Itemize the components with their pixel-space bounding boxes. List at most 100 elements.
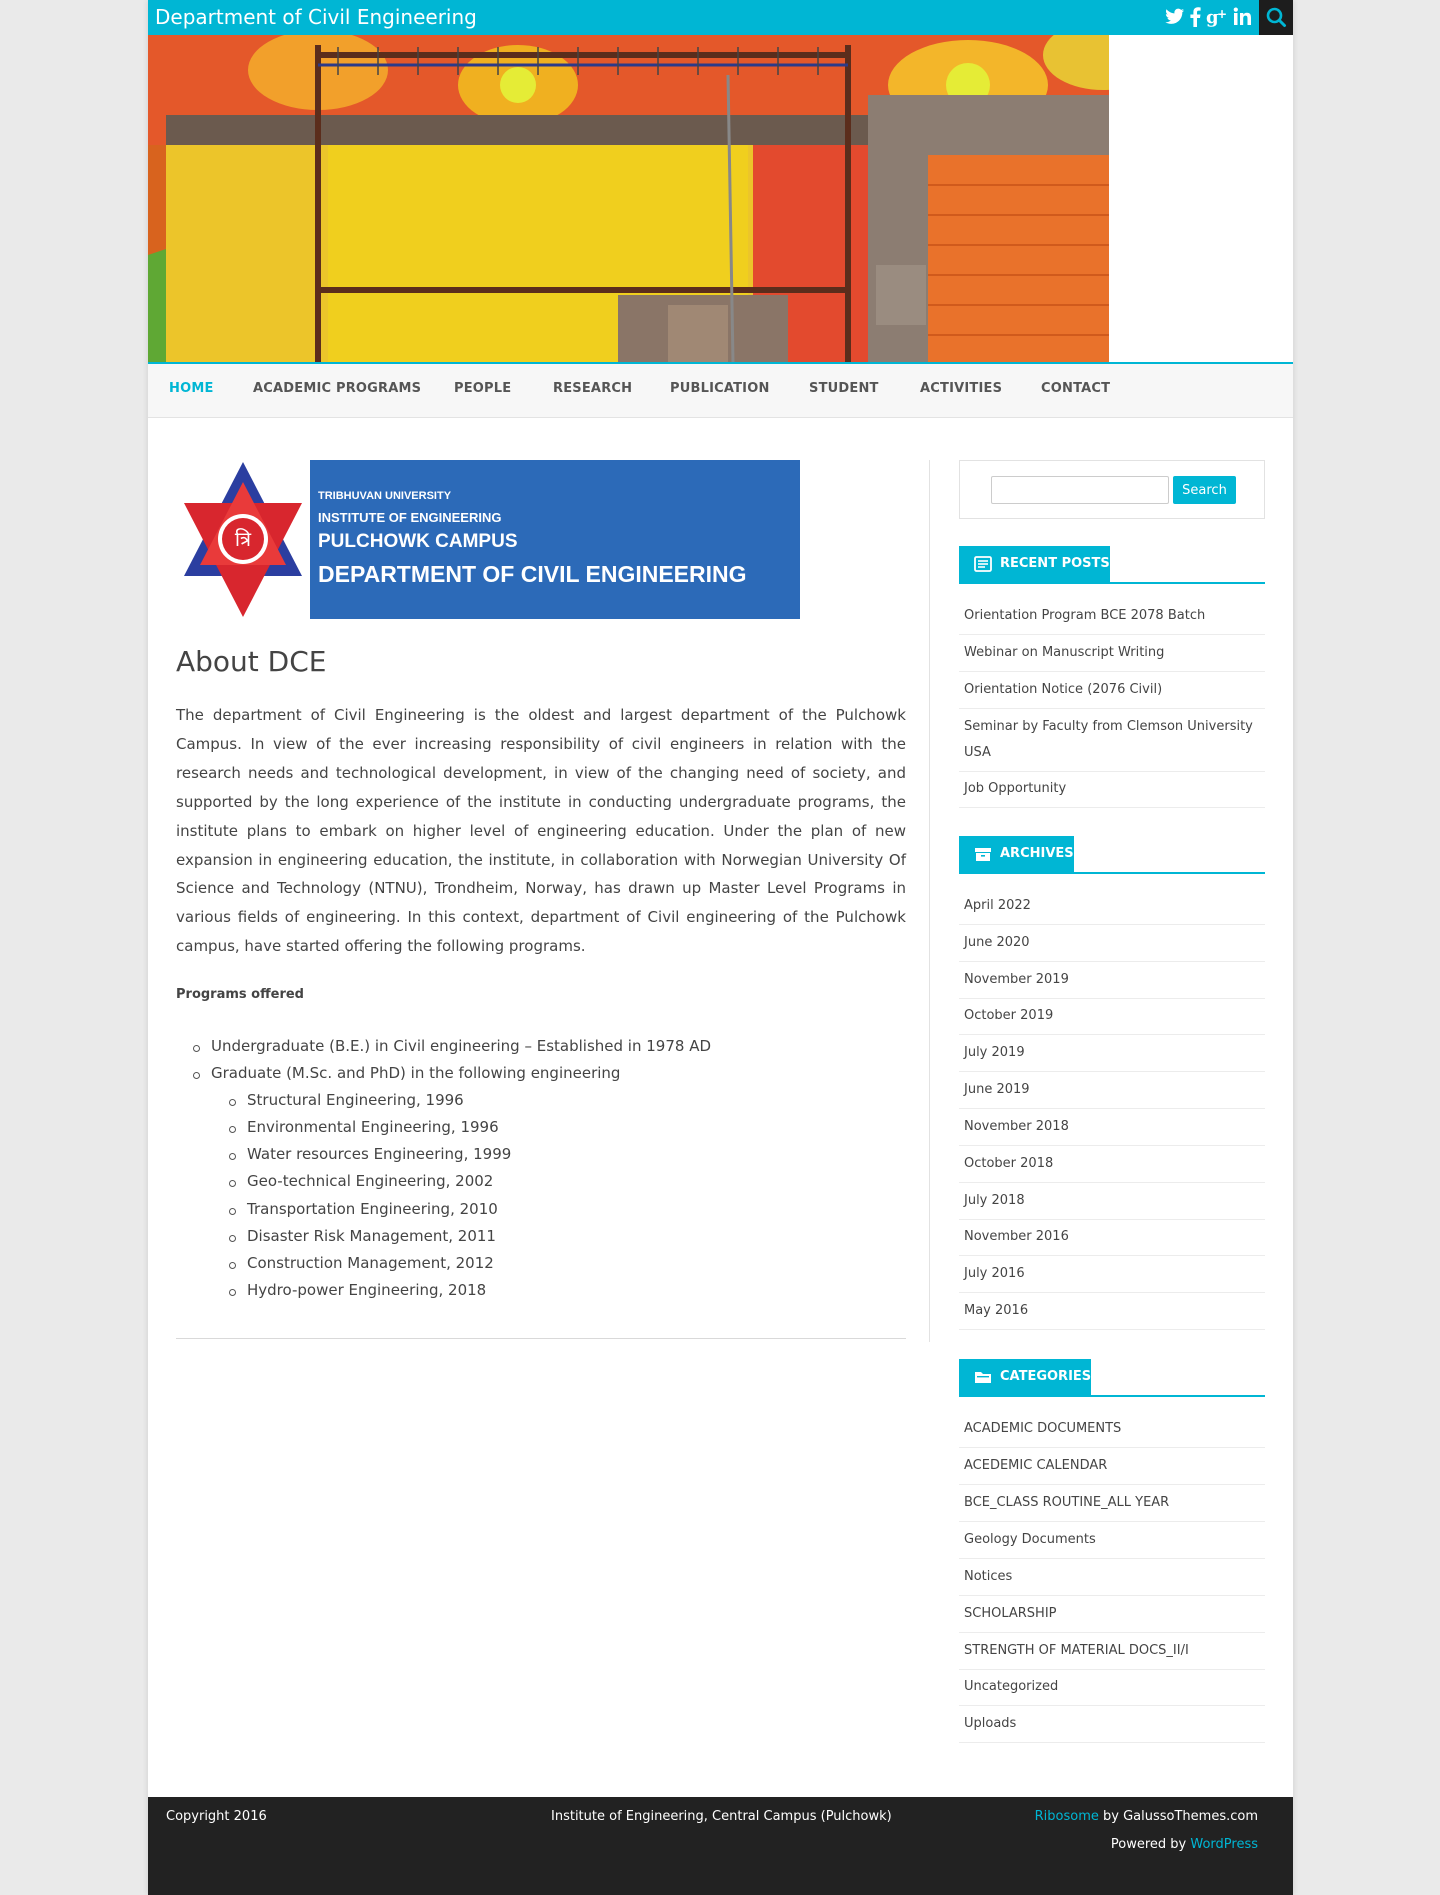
- separator: [959, 1255, 1265, 1256]
- graduate-program-item: Transportation Engineering, 2010: [247, 1200, 498, 1218]
- category-link[interactable]: ACADEMIC DOCUMENTS: [964, 1416, 1265, 1442]
- recent-post-link[interactable]: Seminar by Faculty from Clemson Universi…: [964, 714, 1265, 766]
- separator: [959, 998, 1265, 999]
- graduate-program-item: Construction Management, 2012: [247, 1254, 494, 1272]
- separator: [959, 1447, 1265, 1448]
- separator: [959, 1484, 1265, 1485]
- separator: [959, 1521, 1265, 1522]
- google-plus-icon[interactable]: g +: [1206, 4, 1228, 30]
- top-bar: Department of Civil Engineering g +: [148, 0, 1293, 35]
- nav-home[interactable]: HOME: [169, 381, 214, 396]
- newspaper-icon: [974, 556, 992, 572]
- programs-heading: Programs offered: [176, 987, 304, 1002]
- graduate-program-item: Geo-technical Engineering, 2002: [247, 1172, 494, 1190]
- search-button[interactable]: Search: [1173, 476, 1236, 504]
- nav-people[interactable]: PEOPLE: [454, 381, 511, 396]
- category-link[interactable]: Geology Documents: [964, 1527, 1265, 1553]
- recent-post-link[interactable]: Orientation Notice (2076 Civil): [964, 677, 1265, 703]
- facebook-icon[interactable]: [1188, 4, 1202, 30]
- archive-link[interactable]: July 2018: [964, 1188, 1265, 1214]
- footer-powered: Powered by WordPress: [1111, 1837, 1258, 1852]
- categories-title: CATEGORIES: [959, 1359, 1265, 1397]
- separator: [959, 771, 1265, 772]
- twitter-icon[interactable]: [1164, 4, 1186, 30]
- category-link[interactable]: ACEDEMIC CALENDAR: [964, 1453, 1265, 1479]
- recent-post-link[interactable]: Webinar on Manuscript Writing: [964, 640, 1265, 666]
- archive-link[interactable]: November 2019: [964, 967, 1265, 993]
- list-bullet: [229, 1099, 236, 1106]
- archive-link[interactable]: May 2016: [964, 1298, 1265, 1324]
- archive-link[interactable]: April 2022: [964, 893, 1265, 919]
- search-toggle-button[interactable]: [1259, 0, 1293, 35]
- list-bullet: [229, 1180, 236, 1187]
- banner-campus: PULCHOWK CAMPUS: [318, 531, 518, 552]
- nav-student[interactable]: STUDENT: [809, 381, 879, 396]
- recent-posts-label: RECENT POSTS: [1000, 556, 1110, 571]
- archives-tab: ARCHIVES: [959, 836, 1074, 872]
- banner-text-panel: TRIBHUVAN UNIVERSITY INSTITUTE OF ENGINE…: [310, 460, 800, 619]
- list-bullet: [229, 1289, 236, 1296]
- list-bullet: [229, 1262, 236, 1269]
- nav-contact[interactable]: CONTACT: [1041, 381, 1110, 396]
- theme-author-text: by GalussoThemes.com: [1098, 1809, 1258, 1824]
- nav-activities[interactable]: ACTIVITIES: [920, 381, 1002, 396]
- category-link[interactable]: Uploads: [964, 1711, 1265, 1737]
- nav-academic-programs[interactable]: ACADEMIC PROGRAMS: [253, 381, 421, 396]
- archive-link[interactable]: June 2020: [964, 930, 1265, 956]
- svg-text:त्रि: त्रि: [235, 527, 252, 551]
- separator: [959, 1145, 1265, 1146]
- archive-link[interactable]: November 2016: [964, 1224, 1265, 1250]
- banner-institute: INSTITUTE OF ENGINEERING: [318, 510, 502, 525]
- graduate-program-item: Disaster Risk Management, 2011: [247, 1227, 496, 1245]
- archive-link[interactable]: October 2018: [964, 1151, 1265, 1177]
- site-footer: Copyright 2016 Institute of Engineering,…: [148, 1797, 1293, 1895]
- search-icon: [1266, 7, 1286, 27]
- header-image: [148, 35, 1109, 362]
- program-item: Undergraduate (B.E.) in Civil engineerin…: [211, 1037, 712, 1055]
- graduate-program-item: Environmental Engineering, 1996: [247, 1118, 499, 1136]
- list-bullet: [229, 1208, 236, 1215]
- separator: [959, 1705, 1265, 1706]
- separator: [959, 1034, 1265, 1035]
- graduate-program-item: Water resources Engineering, 1999: [247, 1145, 512, 1163]
- search-input[interactable]: [991, 476, 1169, 504]
- recent-post-link[interactable]: Orientation Program BCE 2078 Batch: [964, 603, 1265, 629]
- list-bullet: [229, 1235, 236, 1242]
- category-link[interactable]: Notices: [964, 1564, 1265, 1590]
- main-navigation: HOME ACADEMIC PROGRAMS PEOPLE RESEARCH P…: [148, 364, 1293, 418]
- nav-research[interactable]: RESEARCH: [553, 381, 632, 396]
- archive-link[interactable]: July 2016: [964, 1261, 1265, 1287]
- nav-publication[interactable]: PUBLICATION: [670, 381, 770, 396]
- list-bullet: [229, 1126, 236, 1133]
- separator: [959, 1742, 1265, 1743]
- recent-post-link[interactable]: Job Opportunity: [964, 776, 1265, 802]
- archive-link[interactable]: November 2018: [964, 1114, 1265, 1140]
- recent-posts-tab: RECENT POSTS: [959, 546, 1110, 582]
- separator: [959, 1558, 1265, 1559]
- site-title[interactable]: Department of Civil Engineering: [155, 5, 477, 29]
- graduate-program-item: Structural Engineering, 1996: [247, 1091, 464, 1109]
- powered-by-text: Powered by: [1110, 1837, 1191, 1852]
- category-link[interactable]: BCE_CLASS ROUTINE_ALL YEAR: [964, 1490, 1265, 1516]
- separator: [959, 1669, 1265, 1670]
- archives-label: ARCHIVES: [1000, 846, 1074, 861]
- category-link[interactable]: Uncategorized: [964, 1674, 1265, 1700]
- archive-link[interactable]: June 2019: [964, 1077, 1265, 1103]
- archive-link[interactable]: October 2019: [964, 1003, 1265, 1029]
- separator: [959, 708, 1265, 709]
- archive-link[interactable]: July 2019: [964, 1040, 1265, 1066]
- recent-posts-title: RECENT POSTS: [959, 546, 1265, 584]
- wordpress-link[interactable]: WordPress: [1190, 1837, 1258, 1852]
- banner-department: DEPARTMENT OF CIVIL ENGINEERING: [318, 561, 747, 587]
- category-link[interactable]: STRENGTH OF MATERIAL DOCS_II/I: [964, 1638, 1265, 1664]
- category-link[interactable]: SCHOLARSHIP: [964, 1601, 1265, 1627]
- linkedin-icon[interactable]: [1232, 4, 1254, 30]
- separator: [959, 1182, 1265, 1183]
- ribosome-link[interactable]: Ribosome: [1035, 1809, 1099, 1824]
- banner-university: TRIBHUVAN UNIVERSITY: [318, 490, 452, 502]
- separator: [959, 1108, 1265, 1109]
- separator: [959, 671, 1265, 672]
- graduate-program-item: Hydro-power Engineering, 2018: [247, 1281, 487, 1299]
- list-bullet: [193, 1045, 200, 1052]
- svg-text:+: +: [1217, 7, 1227, 21]
